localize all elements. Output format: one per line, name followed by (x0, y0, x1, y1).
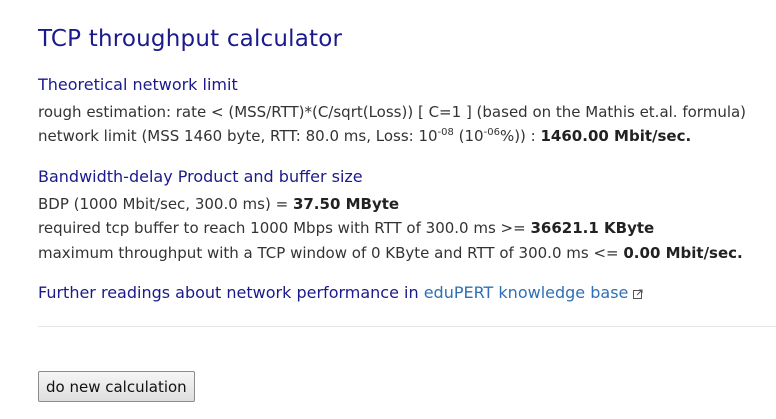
bdp-line: BDP (1000 Mbit/sec, 300.0 ms) = 37.50 MB… (38, 194, 399, 214)
further-readings: Further readings about network performan… (38, 283, 643, 303)
network-limit-line: network limit (MSS 1460 byte, RTT: 80.0 … (38, 126, 691, 146)
buffer-line: required tcp buffer to reach 1000 Mbps w… (38, 218, 654, 238)
new-calculation-button[interactable]: do new calculation (38, 371, 195, 402)
rough-estimation-text: rough estimation: rate < (MSS/RTT)*(C/sq… (38, 103, 747, 121)
divider (38, 326, 776, 327)
max-throughput-prefix: maximum throughput with a TCP window of … (38, 244, 624, 262)
loss-percent-exponent: -06 (483, 127, 500, 138)
buffer-value: 36621.1 KByte (530, 219, 655, 237)
page-title: TCP throughput calculator (38, 26, 343, 52)
bdp-heading: Bandwidth-delay Product and buffer size (38, 167, 363, 186)
further-readings-text: Further readings about network performan… (38, 283, 424, 302)
max-throughput-value: 0.00 Mbit/sec. (623, 244, 743, 262)
edupert-link[interactable]: eduPERT knowledge base (424, 283, 644, 302)
bdp-prefix: BDP (1000 Mbit/sec, 300.0 ms) = (38, 195, 293, 213)
buffer-prefix: required tcp buffer to reach 1000 Mbps w… (38, 219, 531, 237)
theoretical-heading: Theoretical network limit (38, 75, 238, 94)
loss-percent-prefix: (10 (453, 127, 484, 145)
bdp-value: 37.50 MByte (292, 195, 400, 213)
network-limit-prefix: network limit (MSS 1460 byte, RTT: 80.0 … (38, 127, 438, 145)
network-limit-value: 1460.00 Mbit/sec. (540, 127, 692, 145)
max-throughput-line: maximum throughput with a TCP window of … (38, 243, 743, 263)
network-limit-suffix: %)) : (499, 127, 541, 145)
edupert-link-label: eduPERT knowledge base (423, 283, 629, 302)
loss-exponent: -08 (437, 127, 454, 138)
external-link-icon (633, 284, 643, 303)
